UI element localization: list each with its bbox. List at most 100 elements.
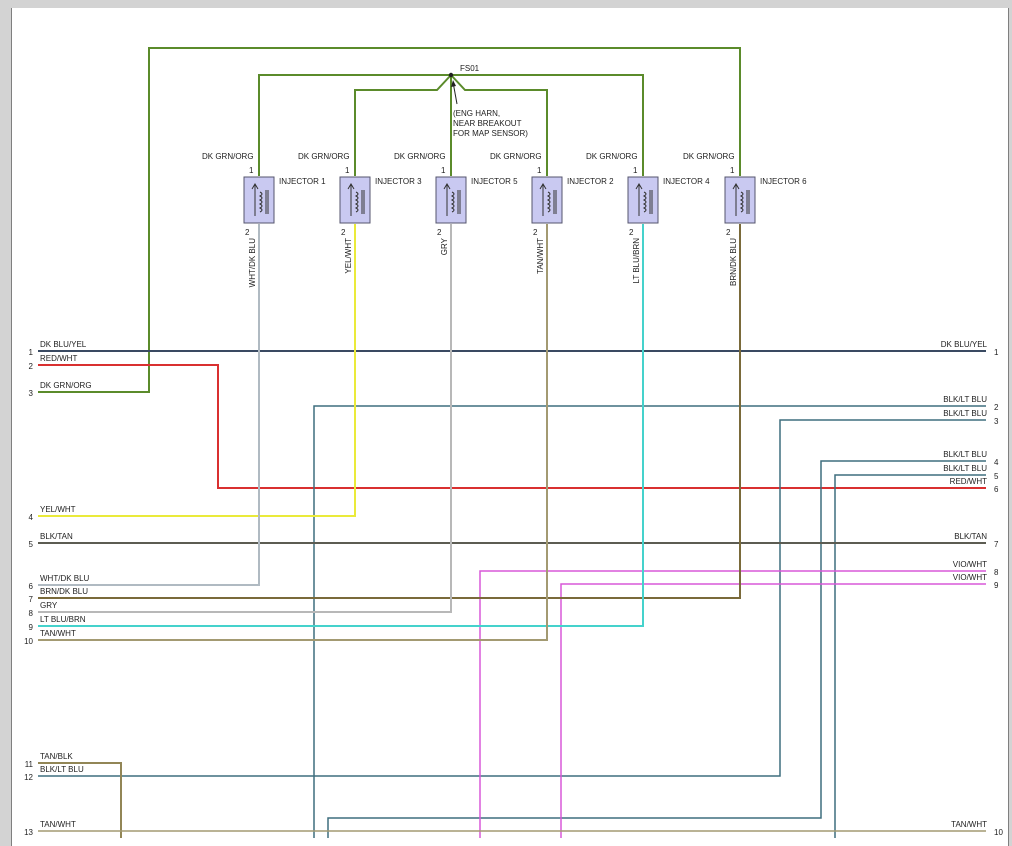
pin-number: 2 <box>29 362 34 371</box>
injector-5: INJECTOR 4 DK GRN/ORG 1 2LT BLU/BRN <box>586 152 710 284</box>
splice-note-line-2: NEAR BREAKOUT <box>453 119 522 128</box>
left-connector-pin-5: 5 BLK/TAN <box>29 532 73 549</box>
wires-layer <box>38 47 986 838</box>
injector-wire-top: DK GRN/ORG <box>490 152 542 161</box>
pin-number: 4 <box>994 458 999 467</box>
pin-number: 7 <box>994 540 999 549</box>
injector-wire-top: DK GRN/ORG <box>394 152 446 161</box>
injector-pin-bottom: 2 <box>245 228 250 237</box>
wire-lt-blu-brn <box>38 224 644 627</box>
left-connector-pin-3: 3 DK GRN/ORG <box>29 381 92 398</box>
right-connector-pin-3: 3 BLK/LT BLU <box>943 409 999 426</box>
injector-wire-top: DK GRN/ORG <box>586 152 638 161</box>
injector-wire-top: DK GRN/ORG <box>202 152 254 161</box>
pin-number: 8 <box>994 568 999 577</box>
pin-number: 3 <box>994 417 999 426</box>
right-connector: 1 DK BLU/YEL 2 BLK/LT BLU 3 BLK/LT BLU 4 BLK/LT… <box>941 340 1004 837</box>
left-connector-pin-12: 12 BLK/LT BLU <box>24 765 84 782</box>
wire-label: VIO/WHT <box>953 560 987 569</box>
wire-gry <box>38 224 452 613</box>
wire-label: TAN/WHT <box>40 820 76 829</box>
wiring-diagram: FS01 (ENG HARN, NEAR BREAKOUT FOR MAP SE… <box>24 47 1004 838</box>
injector-pin-bottom: 2 <box>437 228 442 237</box>
wire-tan-wht <box>38 224 548 641</box>
pin-number: 12 <box>24 773 33 782</box>
wire-blk-lt-blu-r2 <box>313 405 986 838</box>
injector-pin-bottom: 2 <box>726 228 731 237</box>
left-connector-pin-2: 2 RED/WHT <box>29 354 78 371</box>
injector-name: INJECTOR 5 <box>471 177 518 186</box>
left-connector-pin-7: 7 BRN/DK BLU <box>29 587 89 604</box>
wire-label: GRY <box>40 601 58 610</box>
injector-name: INJECTOR 2 <box>567 177 614 186</box>
injector-name: INJECTOR 3 <box>375 177 422 186</box>
wire-label: VIO/WHT <box>953 573 987 582</box>
wire-vio-wht-r9 <box>560 583 986 838</box>
wire-label: BLK/LT BLU <box>943 409 987 418</box>
pin-number: 1 <box>29 348 34 357</box>
wire-blk-lt-blu-r4 <box>327 460 986 838</box>
injectors-group: INJECTOR 1DK GRN/ORG12WHT/DK BLUINJECTOR… <box>202 152 807 287</box>
wire-label: WHT/DK BLU <box>40 574 90 583</box>
injector-wire-bottom: LT BLU/BRN <box>632 238 641 284</box>
wire-label: TAN/BLK <box>40 752 73 761</box>
injector-2: INJECTOR 3 DK GRN/ORG 1 2YEL/WHT <box>298 152 422 274</box>
injector-pin-bottom: 2 <box>533 228 538 237</box>
injector-3: INJECTOR 5 DK GRN/ORG 1 2GRY <box>394 152 518 255</box>
pin-number: 6 <box>994 485 999 494</box>
injector-pin-top: 1 <box>345 166 350 175</box>
injector-6: INJECTOR 6 DK GRN/ORG 1 2BRN/DK BLU <box>683 152 807 286</box>
right-connector-pin-1: 1 DK BLU/YEL <box>941 340 999 357</box>
injector-pin-top: 1 <box>633 166 638 175</box>
wire-blk-lt-blu-r5 <box>834 474 986 838</box>
right-connector-pin-10: 10 TAN/WHT <box>951 820 1003 837</box>
splice-dot <box>448 72 454 78</box>
injector-wire-bottom: TAN/WHT <box>536 238 545 274</box>
injector-pin-bottom: 2 <box>629 228 634 237</box>
left-connector-pin-13: 13 TAN/WHT <box>24 820 76 837</box>
injector-pin-top: 1 <box>730 166 735 175</box>
pin-number: 3 <box>29 389 34 398</box>
wire-label: RED/WHT <box>950 477 987 486</box>
pin-number: 8 <box>29 609 34 618</box>
injector-wire-bottom: YEL/WHT <box>344 238 353 274</box>
pin-number: 5 <box>994 472 999 481</box>
splice-note-line-3: FOR MAP SENSOR) <box>453 129 528 138</box>
injector-wire-bottom: GRY <box>440 237 449 255</box>
pin-number: 4 <box>29 513 34 522</box>
left-connector-pin-4: 4 YEL/WHT <box>29 505 76 522</box>
wire-label: DK GRN/ORG <box>40 381 92 390</box>
injector-pin-top: 1 <box>441 166 446 175</box>
right-connector-pin-6: 6 RED/WHT <box>950 477 999 494</box>
pin-number: 9 <box>994 581 999 590</box>
wire-label: BLK/LT BLU <box>943 450 987 459</box>
wire-label: BRN/DK BLU <box>40 587 88 596</box>
injector-pin-top: 1 <box>537 166 542 175</box>
pin-number: 7 <box>29 595 34 604</box>
pin-number: 13 <box>24 828 33 837</box>
injector-1: INJECTOR 1 DK GRN/ORG 1 2WHT/DK BLU <box>202 152 326 287</box>
right-connector-pin-9: 9 VIO/WHT <box>953 573 999 590</box>
splice-id: FS01 <box>460 64 480 73</box>
injector-pin-bottom: 2 <box>341 228 346 237</box>
injector-wire-top: DK GRN/ORG <box>683 152 735 161</box>
injector-name: INJECTOR 4 <box>663 177 710 186</box>
injector-wire-top: DK GRN/ORG <box>298 152 350 161</box>
wire-vio-wht-r8 <box>479 570 986 838</box>
pin-number: 1 <box>994 348 999 357</box>
wire-label: YEL/WHT <box>40 505 76 514</box>
injector-wire-bottom: WHT/DK BLU <box>248 238 257 288</box>
right-connector-pin-7: 7 BLK/TAN <box>954 532 999 549</box>
splice-note-line-1: (ENG HARN, <box>453 109 500 118</box>
wire-label: TAN/WHT <box>951 820 987 829</box>
wire-label: DK BLU/YEL <box>941 340 988 349</box>
wire-label: TAN/WHT <box>40 629 76 638</box>
injector-pin-top: 1 <box>249 166 254 175</box>
injector-name: INJECTOR 1 <box>279 177 326 186</box>
pin-number: 10 <box>24 637 33 646</box>
wire-yel-wht <box>38 224 356 517</box>
injector-4: INJECTOR 2 DK GRN/ORG 1 2TAN/WHT <box>490 152 614 274</box>
wire-label: DK BLU/YEL <box>40 340 87 349</box>
wire-label: BLK/LT BLU <box>943 395 987 404</box>
wire-label: BLK/TAN <box>954 532 987 541</box>
